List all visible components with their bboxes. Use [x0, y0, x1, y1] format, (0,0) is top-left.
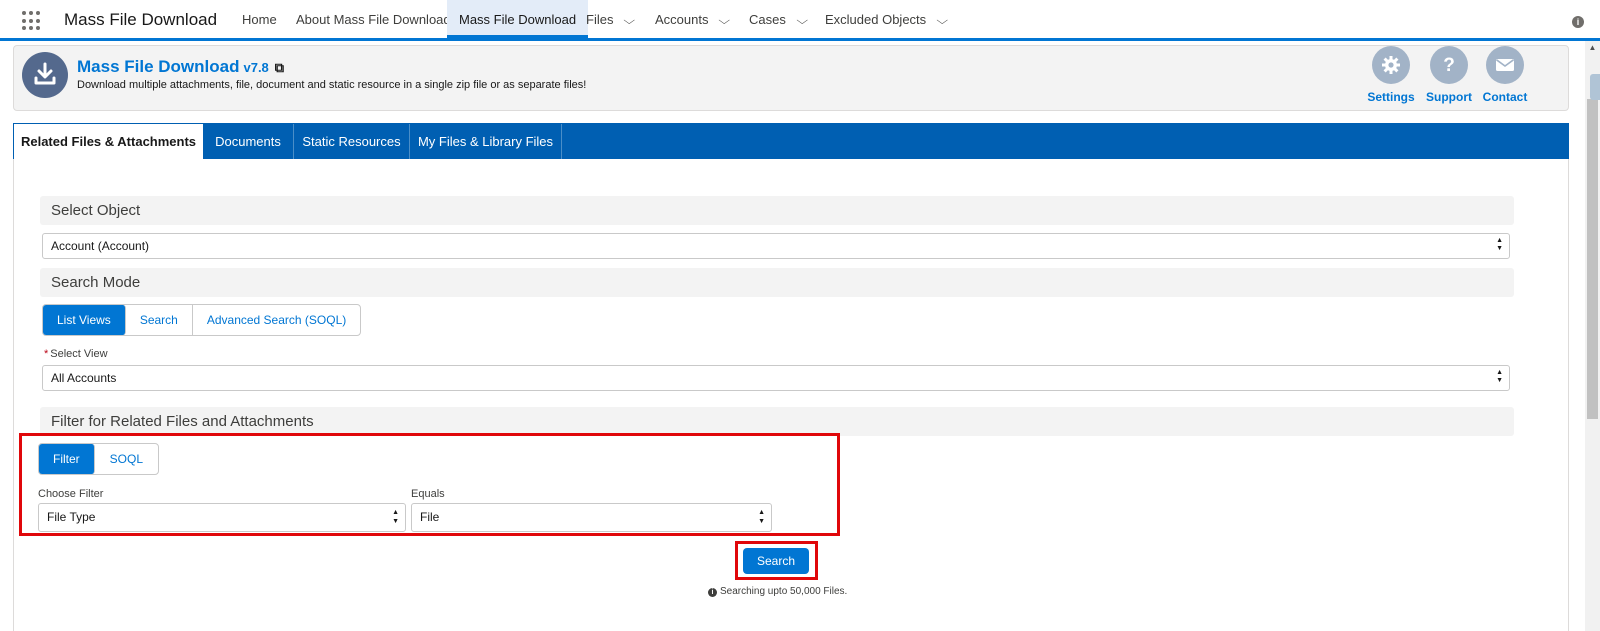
settings-label: Settings [1367, 90, 1415, 104]
select-view-value: All Accounts [51, 371, 117, 385]
equals-label: Equals [411, 488, 445, 500]
page-subtitle: Download multiple attachments, file, doc… [77, 79, 587, 91]
app-launcher-icon[interactable] [22, 11, 42, 31]
filter-mode-button[interactable]: Filter [39, 444, 95, 474]
contact-button[interactable]: Contact [1475, 46, 1535, 104]
select-arrows-icon: ▲ ▼ [1496, 237, 1503, 252]
select-view-label: * Select View [44, 348, 108, 360]
select-view-dropdown[interactable]: All Accounts ▲ ▼ [42, 365, 1510, 391]
chevron-down-icon[interactable]: ⌵ [796, 1, 808, 41]
search-limit-note: i Searching upto 50,000 Files. [708, 586, 847, 597]
gear-icon [1372, 46, 1410, 84]
nav-item-mass-file-download[interactable]: Mass File Download [447, 0, 589, 38]
nav-item-about[interactable]: About Mass File Download [284, 0, 463, 38]
side-panel-toggle[interactable] [1590, 74, 1600, 100]
scroll-thumb[interactable] [1587, 99, 1598, 419]
choose-filter-label: Choose Filter [38, 488, 104, 500]
page-title-text: Mass File Download [77, 57, 240, 76]
page-scrollbar[interactable]: ▲ [1585, 41, 1600, 631]
page-title: Mass File Download v7.8 ⧉ [77, 57, 284, 77]
global-nav: Mass File Download Home About Mass File … [0, 0, 1600, 41]
nav-item-label: Cases [749, 12, 786, 27]
nav-item-excluded-objects[interactable]: Excluded Objects ⌵ [813, 0, 959, 38]
search-button[interactable]: Search [743, 548, 809, 574]
select-object-value: Account (Account) [51, 239, 150, 253]
tab-bar: Related Files & Attachments Documents St… [13, 123, 1569, 159]
select-arrows-icon: ▲ ▼ [758, 509, 765, 525]
external-link-icon[interactable]: ⧉ [275, 60, 284, 76]
search-mode-button-group: List Views Search Advanced Search (SOQL) [42, 304, 362, 336]
chevron-down-icon[interactable]: ⌵ [719, 1, 731, 41]
nav-item-cases[interactable]: Cases ⌵ [737, 0, 818, 38]
nav-item-label: Accounts [655, 12, 709, 27]
nav-item-label: Mass File Download [459, 12, 577, 27]
tab-static-resources[interactable]: Static Resources [294, 124, 410, 159]
info-icon: i [708, 588, 717, 597]
choose-filter-value: File Type [47, 510, 96, 524]
nav-item-label: Home [242, 12, 277, 27]
select-object-dropdown[interactable]: Account (Account) ▲ ▼ [42, 233, 1510, 259]
nav-item-label: Excluded Objects [825, 12, 927, 27]
required-asterisk: * [44, 348, 49, 360]
search-mode-heading: Search Mode [40, 268, 1514, 297]
question-icon: ? [1430, 46, 1468, 84]
advanced-search-button[interactable]: Advanced Search (SOQL) [193, 305, 360, 335]
settings-button[interactable]: Settings [1361, 46, 1421, 104]
tab-my-files[interactable]: My Files & Library Files [410, 124, 562, 159]
search-limit-text: Searching upto 50,000 Files. [720, 586, 848, 597]
chevron-down-icon[interactable]: ⌵ [937, 1, 949, 41]
download-logo-icon [22, 52, 68, 98]
version-label: v7.8 [243, 60, 269, 75]
select-arrows-icon: ▲ ▼ [1496, 369, 1503, 384]
info-icon[interactable]: i [1572, 16, 1584, 28]
app-header-card: Mass File Download v7.8 ⧉ Download multipl… [13, 45, 1569, 111]
select-view-label-text: Select View [50, 348, 108, 360]
nav-item-files[interactable]: Files ⌵ [574, 0, 646, 38]
nav-item-label: Files [586, 12, 614, 27]
equals-value: File [420, 510, 440, 524]
envelope-icon [1486, 46, 1524, 84]
filter-mode-button-group: Filter SOQL [38, 443, 160, 475]
scroll-up-arrow-icon[interactable]: ▲ [1585, 43, 1600, 57]
nav-item-label: About Mass File Download [296, 12, 451, 27]
contact-label: Contact [1482, 90, 1528, 104]
choose-filter-select[interactable]: File Type ▲ ▼ [38, 503, 406, 532]
app-root: Mass File Download Home About Mass File … [0, 0, 1600, 631]
svg-text:?: ? [1443, 55, 1455, 75]
soql-mode-button[interactable]: SOQL [95, 444, 158, 474]
search-mode-button[interactable]: Search [126, 305, 193, 335]
support-button[interactable]: ? Support [1419, 46, 1479, 104]
support-label: Support [1426, 90, 1472, 104]
app-name: Mass File Download [64, 10, 218, 29]
filter-heading: Filter for Related Files and Attachments [40, 407, 1514, 436]
select-arrows-icon: ▲ ▼ [392, 509, 399, 525]
list-views-button[interactable]: List Views [43, 305, 126, 335]
nav-item-home[interactable]: Home [230, 0, 289, 38]
equals-select[interactable]: File ▲ ▼ [411, 503, 772, 532]
tab-related-files[interactable]: Related Files & Attachments [14, 124, 203, 159]
nav-item-accounts[interactable]: Accounts ⌵ [643, 0, 741, 38]
chevron-down-icon[interactable]: ⌵ [624, 1, 636, 41]
select-object-heading: Select Object [40, 196, 1514, 225]
tab-documents[interactable]: Documents [203, 124, 294, 159]
